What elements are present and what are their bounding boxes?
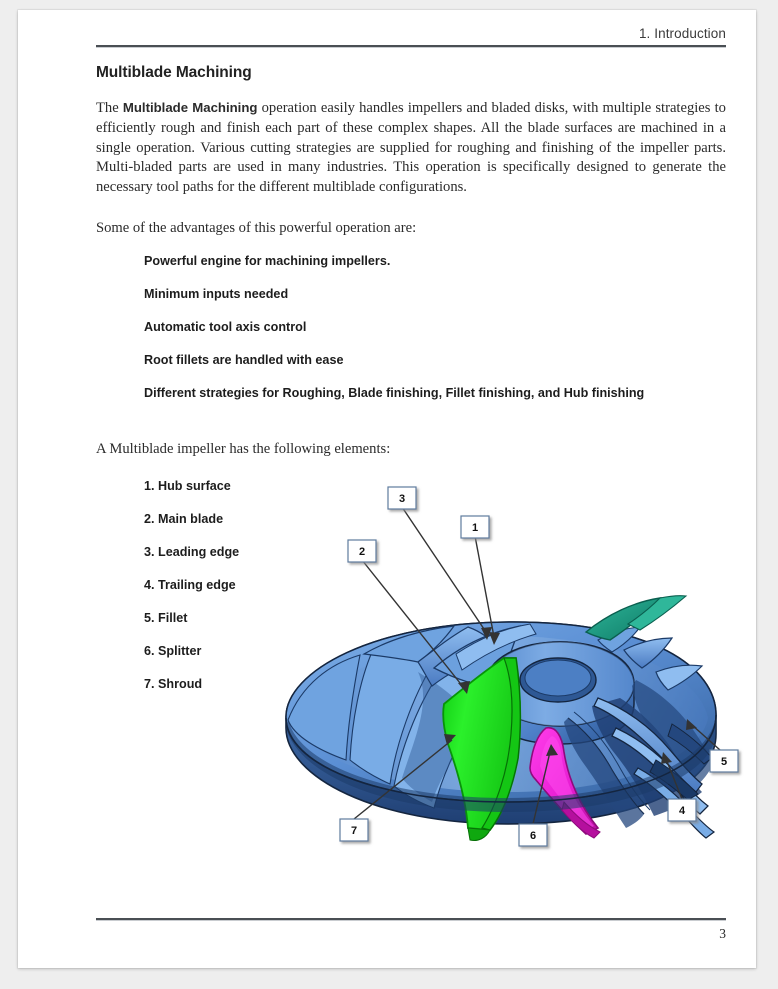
list-item: Powerful engine for machining impellers. — [144, 253, 391, 268]
impeller-body — [285, 595, 717, 841]
document-page: 1. Introduction Multiblade Machining The… — [18, 10, 756, 968]
callout-box-3[interactable]: 3 — [387, 486, 417, 510]
elements-intro: A Multiblade impeller has the following … — [96, 440, 391, 457]
list-item: Automatic tool axis control — [144, 319, 307, 334]
page-footer: 3 — [96, 918, 726, 942]
callout-label-1: 1 — [472, 522, 478, 534]
page-number: 3 — [719, 926, 726, 941]
page-header: 1. Introduction — [96, 26, 726, 48]
callout-label-3: 3 — [399, 493, 405, 505]
callout-box-5[interactable]: 5 — [709, 749, 739, 773]
intro-paragraph-pre: The — [96, 100, 123, 116]
callout-label-7: 7 — [351, 825, 357, 837]
callout-box-4[interactable]: 4 — [667, 798, 697, 822]
intro-paragraph: The Multiblade Machining operation easil… — [96, 98, 726, 198]
list-item: Different strategies for Roughing, Blade… — [144, 385, 645, 400]
intro-paragraph-bold: Multiblade Machining — [122, 100, 258, 115]
callout-box-2[interactable]: 2 — [347, 539, 377, 563]
callout-box-6[interactable]: 6 — [518, 823, 548, 847]
leader-line-1 — [474, 535, 495, 638]
callout-label-2: 2 — [359, 546, 365, 558]
page-title: Multiblade Machining — [96, 64, 252, 81]
header-rule — [96, 45, 726, 48]
list-item: Minimum inputs needed — [144, 286, 289, 301]
callout-label-5: 5 — [721, 756, 727, 768]
callout-label-4: 4 — [679, 805, 686, 817]
header-chapter-label: 1. Introduction — [638, 26, 726, 41]
advantages-intro: Some of the advantages of this powerful … — [96, 219, 417, 236]
list-item: Root fillets are handled with ease — [144, 352, 344, 367]
callout-label-6: 6 — [530, 830, 536, 842]
advantages-list: Powerful engine for machining impellers.… — [96, 245, 726, 410]
callout-box-7[interactable]: 7 — [339, 818, 369, 842]
impeller-figure: 1 2 3 4 5 6 7 — [268, 472, 756, 872]
callout-box-1[interactable]: 1 — [460, 515, 490, 539]
